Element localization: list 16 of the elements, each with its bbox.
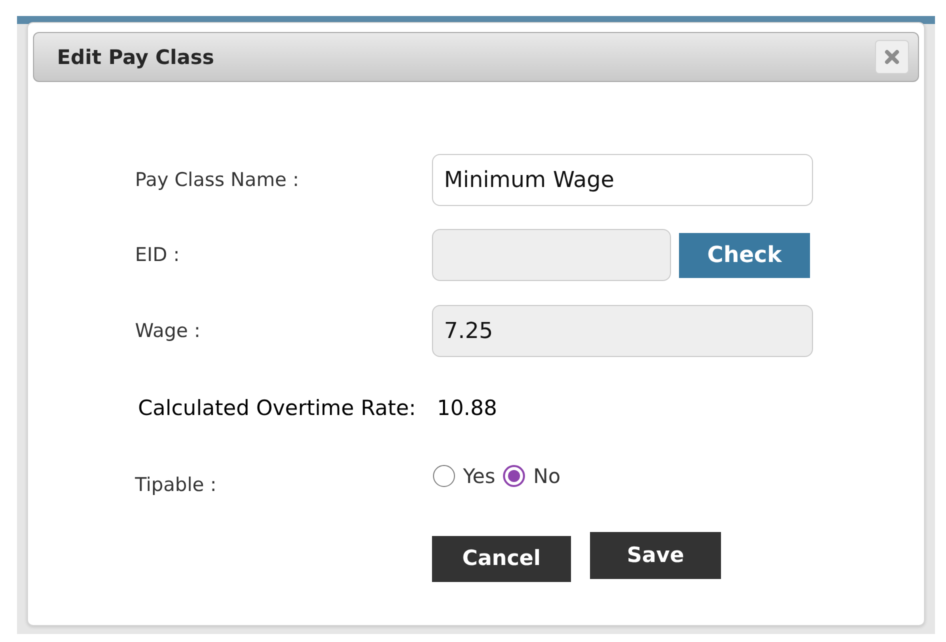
save-button[interactable]: Save — [590, 532, 721, 579]
close-icon — [884, 49, 900, 65]
overtime-rate-value: 10.88 — [436, 395, 498, 421]
dialog-title: Edit Pay Class — [57, 44, 214, 70]
close-button[interactable] — [875, 40, 909, 74]
field-label: Pay Class Name : — [135, 168, 300, 192]
radio-button[interactable] — [433, 465, 455, 487]
option-label[interactable]: Yes — [463, 464, 496, 488]
field-label: EID : — [135, 243, 181, 267]
text-field[interactable]: Minimum Wage — [432, 154, 813, 206]
field-label: Wage : — [135, 319, 202, 343]
option-label[interactable]: No — [533, 464, 560, 488]
overtime-rate-label: Calculated Overtime Rate: — [138, 395, 416, 421]
radio-button[interactable] — [503, 465, 526, 487]
field-label: Tipable : — [135, 473, 218, 497]
cancel-button[interactable]: Cancel — [432, 536, 571, 582]
